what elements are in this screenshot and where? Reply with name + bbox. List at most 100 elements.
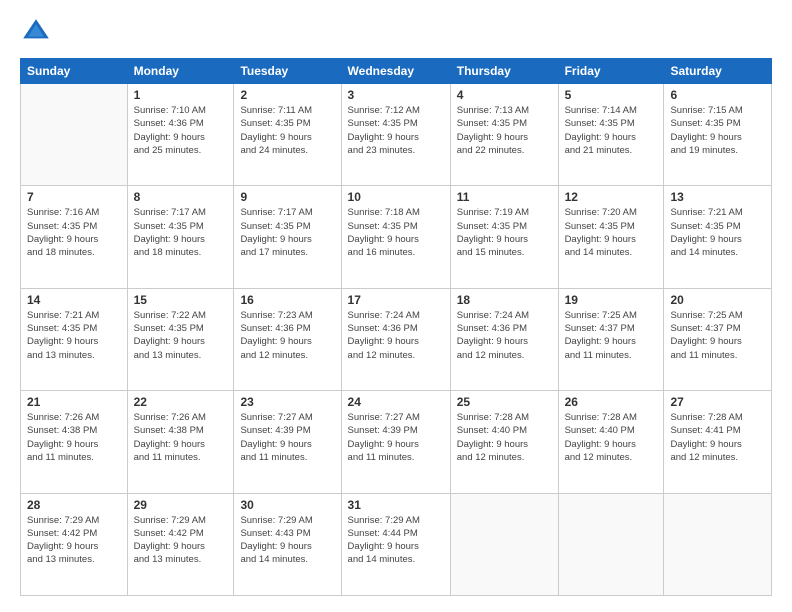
- cell-text: Sunrise: 7:21 AM Sunset: 4:35 PM Dayligh…: [670, 206, 765, 259]
- cell-text: Sunrise: 7:28 AM Sunset: 4:40 PM Dayligh…: [565, 411, 658, 464]
- weekday-header: Tuesday: [234, 59, 341, 84]
- weekday-header: Thursday: [450, 59, 558, 84]
- day-number: 8: [134, 190, 228, 204]
- day-number: 15: [134, 293, 228, 307]
- day-number: 23: [240, 395, 334, 409]
- day-number: 29: [134, 498, 228, 512]
- weekday-header: Wednesday: [341, 59, 450, 84]
- calendar-week-row: 1 Sunrise: 7:10 AM Sunset: 4:36 PM Daylig…: [21, 84, 772, 186]
- cell-text: Sunrise: 7:19 AM Sunset: 4:35 PM Dayligh…: [457, 206, 552, 259]
- day-number: 11: [457, 190, 552, 204]
- calendar-body: 1 Sunrise: 7:10 AM Sunset: 4:36 PM Daylig…: [21, 84, 772, 596]
- calendar-cell: 9 Sunrise: 7:17 AM Sunset: 4:35 PM Daylig…: [234, 186, 341, 288]
- cell-text: Sunrise: 7:23 AM Sunset: 4:36 PM Dayligh…: [240, 309, 334, 362]
- calendar-cell: 27Sunrise: 7:28 AM Sunset: 4:41 PM Dayli…: [664, 391, 772, 493]
- calendar-cell: 14 Sunrise: 7:21 AM Sunset: 4:35 PM Dayli…: [21, 288, 128, 390]
- calendar-cell: 3Sunrise: 7:12 AM Sunset: 4:35 PM Daylig…: [341, 84, 450, 186]
- calendar-cell: 13 Sunrise: 7:21 AM Sunset: 4:35 PM Dayli…: [664, 186, 772, 288]
- cell-text: Sunrise: 7:17 AM Sunset: 4:35 PM Dayligh…: [240, 206, 334, 259]
- day-number: 31: [348, 498, 444, 512]
- cell-text: Sunrise: 7:22 AM Sunset: 4:35 PM Dayligh…: [134, 309, 228, 362]
- day-number: 20: [670, 293, 765, 307]
- calendar-cell: 25 Sunrise: 7:28 AM Sunset: 4:40 PM Dayli…: [450, 391, 558, 493]
- calendar-cell: 30 Sunrise: 7:29 AM Sunset: 4:43 PM Dayli…: [234, 493, 341, 595]
- weekday-header: Saturday: [664, 59, 772, 84]
- cell-text: Sunrise: 7:12 AM Sunset: 4:35 PM Dayligh…: [348, 104, 444, 157]
- logo-icon: [20, 16, 52, 48]
- day-number: 9: [240, 190, 334, 204]
- day-number: 26: [565, 395, 658, 409]
- day-number: 18: [457, 293, 552, 307]
- calendar-week-row: 21Sunrise: 7:26 AM Sunset: 4:38 PM Dayli…: [21, 391, 772, 493]
- calendar-cell: 19Sunrise: 7:25 AM Sunset: 4:37 PM Dayli…: [558, 288, 664, 390]
- day-number: 5: [565, 88, 658, 102]
- calendar-cell: [558, 493, 664, 595]
- calendar-cell: 2Sunrise: 7:11 AM Sunset: 4:35 PM Daylig…: [234, 84, 341, 186]
- cell-text: Sunrise: 7:24 AM Sunset: 4:36 PM Dayligh…: [348, 309, 444, 362]
- calendar-cell: 4 Sunrise: 7:13 AM Sunset: 4:35 PM Daylig…: [450, 84, 558, 186]
- page: SundayMondayTuesdayWednesdayThursdayFrid…: [0, 0, 792, 612]
- weekday-header: Sunday: [21, 59, 128, 84]
- day-number: 12: [565, 190, 658, 204]
- calendar-cell: 6 Sunrise: 7:15 AM Sunset: 4:35 PM Daylig…: [664, 84, 772, 186]
- calendar-cell: 20 Sunrise: 7:25 AM Sunset: 4:37 PM Dayli…: [664, 288, 772, 390]
- day-number: 16: [240, 293, 334, 307]
- cell-text: Sunrise: 7:25 AM Sunset: 4:37 PM Dayligh…: [670, 309, 765, 362]
- calendar-week-row: 7 Sunrise: 7:16 AM Sunset: 4:35 PM Daylig…: [21, 186, 772, 288]
- calendar-cell: 10 Sunrise: 7:18 AM Sunset: 4:35 PM Dayli…: [341, 186, 450, 288]
- weekday-header: Friday: [558, 59, 664, 84]
- calendar-cell: 31Sunrise: 7:29 AM Sunset: 4:44 PM Dayli…: [341, 493, 450, 595]
- calendar-table: SundayMondayTuesdayWednesdayThursdayFrid…: [20, 58, 772, 596]
- cell-text: Sunrise: 7:25 AM Sunset: 4:37 PM Dayligh…: [565, 309, 658, 362]
- day-number: 10: [348, 190, 444, 204]
- calendar-cell: 28 Sunrise: 7:29 AM Sunset: 4:42 PM Dayli…: [21, 493, 128, 595]
- calendar-cell: 15 Sunrise: 7:22 AM Sunset: 4:35 PM Dayli…: [127, 288, 234, 390]
- cell-text: Sunrise: 7:27 AM Sunset: 4:39 PM Dayligh…: [240, 411, 334, 464]
- day-number: 13: [670, 190, 765, 204]
- day-number: 22: [134, 395, 228, 409]
- calendar-cell: 11 Sunrise: 7:19 AM Sunset: 4:35 PM Dayli…: [450, 186, 558, 288]
- day-number: 28: [27, 498, 121, 512]
- day-number: 6: [670, 88, 765, 102]
- cell-text: Sunrise: 7:28 AM Sunset: 4:40 PM Dayligh…: [457, 411, 552, 464]
- day-number: 14: [27, 293, 121, 307]
- day-number: 2: [240, 88, 334, 102]
- calendar-cell: 12 Sunrise: 7:20 AM Sunset: 4:35 PM Dayli…: [558, 186, 664, 288]
- day-number: 1: [134, 88, 228, 102]
- calendar-cell: 23 Sunrise: 7:27 AM Sunset: 4:39 PM Dayli…: [234, 391, 341, 493]
- weekday-row: SundayMondayTuesdayWednesdayThursdayFrid…: [21, 59, 772, 84]
- cell-text: Sunrise: 7:20 AM Sunset: 4:35 PM Dayligh…: [565, 206, 658, 259]
- cell-text: Sunrise: 7:18 AM Sunset: 4:35 PM Dayligh…: [348, 206, 444, 259]
- day-number: 25: [457, 395, 552, 409]
- calendar-cell: 7 Sunrise: 7:16 AM Sunset: 4:35 PM Daylig…: [21, 186, 128, 288]
- day-number: 4: [457, 88, 552, 102]
- calendar-cell: 22Sunrise: 7:26 AM Sunset: 4:38 PM Dayli…: [127, 391, 234, 493]
- cell-text: Sunrise: 7:29 AM Sunset: 4:43 PM Dayligh…: [240, 514, 334, 567]
- calendar-cell: 21Sunrise: 7:26 AM Sunset: 4:38 PM Dayli…: [21, 391, 128, 493]
- day-number: 27: [670, 395, 765, 409]
- calendar-cell: 17Sunrise: 7:24 AM Sunset: 4:36 PM Dayli…: [341, 288, 450, 390]
- header: [20, 16, 772, 48]
- cell-text: Sunrise: 7:13 AM Sunset: 4:35 PM Dayligh…: [457, 104, 552, 157]
- day-number: 30: [240, 498, 334, 512]
- calendar-cell: 29Sunrise: 7:29 AM Sunset: 4:42 PM Dayli…: [127, 493, 234, 595]
- calendar-header: SundayMondayTuesdayWednesdayThursdayFrid…: [21, 59, 772, 84]
- calendar-cell: 24Sunrise: 7:27 AM Sunset: 4:39 PM Dayli…: [341, 391, 450, 493]
- cell-text: Sunrise: 7:15 AM Sunset: 4:35 PM Dayligh…: [670, 104, 765, 157]
- day-number: 24: [348, 395, 444, 409]
- cell-text: Sunrise: 7:17 AM Sunset: 4:35 PM Dayligh…: [134, 206, 228, 259]
- calendar-cell: 8 Sunrise: 7:17 AM Sunset: 4:35 PM Daylig…: [127, 186, 234, 288]
- calendar-cell: [664, 493, 772, 595]
- calendar-week-row: 14 Sunrise: 7:21 AM Sunset: 4:35 PM Dayli…: [21, 288, 772, 390]
- cell-text: Sunrise: 7:29 AM Sunset: 4:42 PM Dayligh…: [27, 514, 121, 567]
- cell-text: Sunrise: 7:16 AM Sunset: 4:35 PM Dayligh…: [27, 206, 121, 259]
- cell-text: Sunrise: 7:10 AM Sunset: 4:36 PM Dayligh…: [134, 104, 228, 157]
- calendar-cell: 5Sunrise: 7:14 AM Sunset: 4:35 PM Daylig…: [558, 84, 664, 186]
- cell-text: Sunrise: 7:21 AM Sunset: 4:35 PM Dayligh…: [27, 309, 121, 362]
- day-number: 7: [27, 190, 121, 204]
- calendar-cell: 26 Sunrise: 7:28 AM Sunset: 4:40 PM Dayli…: [558, 391, 664, 493]
- calendar-cell: 18Sunrise: 7:24 AM Sunset: 4:36 PM Dayli…: [450, 288, 558, 390]
- calendar-cell: 1 Sunrise: 7:10 AM Sunset: 4:36 PM Daylig…: [127, 84, 234, 186]
- logo: [20, 16, 56, 48]
- calendar-week-row: 28 Sunrise: 7:29 AM Sunset: 4:42 PM Dayli…: [21, 493, 772, 595]
